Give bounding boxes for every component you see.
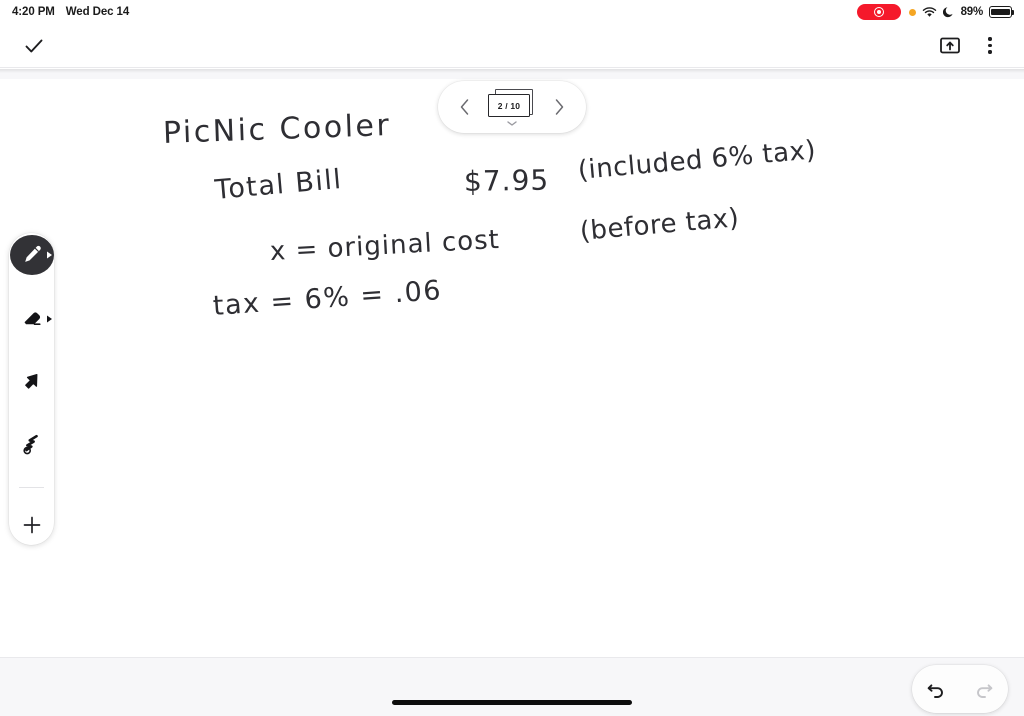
palette-divider xyxy=(19,487,44,488)
chevron-right-icon xyxy=(555,99,564,115)
screen-recording-pill-icon[interactable] xyxy=(856,4,901,20)
page-indicator-label: 2 / 10 xyxy=(488,94,530,117)
next-page-button[interactable] xyxy=(548,96,570,118)
recording-ring xyxy=(873,7,884,17)
undo-redo-controls xyxy=(912,665,1008,713)
chevron-down-icon xyxy=(507,121,517,126)
redo-arrow-icon xyxy=(977,684,993,698)
present-icon xyxy=(940,37,960,53)
pen-icon xyxy=(24,245,41,262)
battery-percent-label: 89% xyxy=(960,6,984,18)
recording-dot xyxy=(876,10,881,14)
status-bar-right: 89% xyxy=(856,4,1014,20)
bottom-bar xyxy=(0,657,1024,716)
eraser-tool-button[interactable] xyxy=(9,298,54,339)
status-time: 4:20 PM xyxy=(12,6,55,18)
plus-icon xyxy=(23,516,40,533)
tool-palette xyxy=(9,233,54,545)
moon-icon xyxy=(942,7,953,18)
toolbar-left-group xyxy=(14,26,54,66)
page-thumbnail-button[interactable]: 2 / 10 xyxy=(487,89,537,126)
lasso-tool-button[interactable] xyxy=(9,424,54,465)
pen-options-caret-icon[interactable] xyxy=(46,251,53,260)
status-bar-left: 4:20 PM Wed Dec 14 xyxy=(12,6,129,18)
privacy-indicator-icon xyxy=(908,8,916,16)
toolbar-right-group xyxy=(930,26,1010,66)
notes-app-window: 4:20 PM Wed Dec 14 89% PicNic Cooler Tot… xyxy=(0,0,1024,716)
previous-page-button[interactable] xyxy=(454,96,476,118)
wifi-icon xyxy=(922,6,936,17)
pointer-scroll-icon xyxy=(23,434,38,455)
status-bar: 4:20 PM Wed Dec 14 89% xyxy=(0,0,1024,24)
add-tool-button[interactable] xyxy=(9,504,54,545)
eraser-icon xyxy=(24,312,41,326)
eraser-options-caret-icon[interactable] xyxy=(46,314,53,323)
kebab-menu-icon xyxy=(988,37,992,54)
done-check-button[interactable] xyxy=(14,26,54,66)
undo-button[interactable] xyxy=(919,672,953,706)
chevron-left-icon xyxy=(460,99,469,115)
battery-icon xyxy=(989,6,1014,18)
pen-tool-button[interactable] xyxy=(9,235,54,276)
redo-button[interactable] xyxy=(967,672,1001,706)
status-date: Wed Dec 14 xyxy=(65,6,130,18)
canvas-top-shadow xyxy=(0,69,1024,73)
check-icon xyxy=(25,39,43,52)
select-tool-button[interactable] xyxy=(9,361,54,402)
app-toolbar xyxy=(0,24,1024,68)
undo-arrow-icon xyxy=(927,684,943,698)
more-options-button[interactable] xyxy=(970,26,1010,66)
home-indicator[interactable] xyxy=(392,700,632,705)
arrow-cursor-icon xyxy=(24,373,37,389)
page-navigator: 2 / 10 xyxy=(438,81,586,133)
note-canvas[interactable] xyxy=(0,69,1024,657)
present-to-screen-button[interactable] xyxy=(930,26,970,66)
